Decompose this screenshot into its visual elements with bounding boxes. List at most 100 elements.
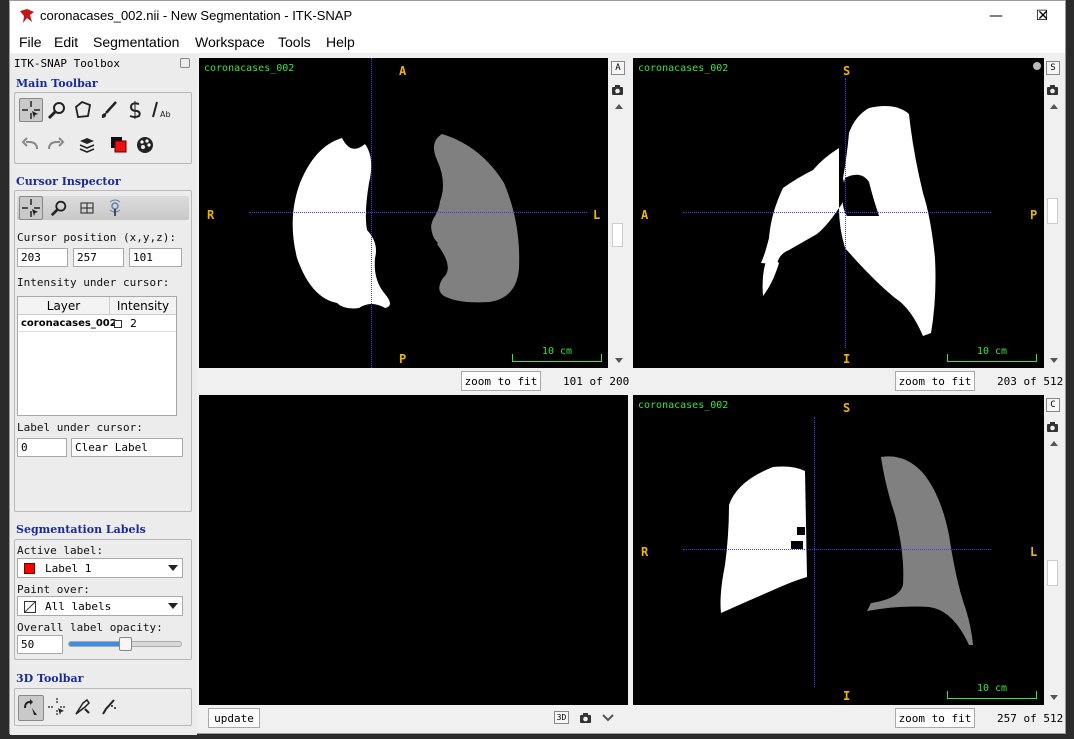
crosshair-tool-icon[interactable] <box>19 98 43 122</box>
paintbrush-tool-icon[interactable] <box>97 98 121 122</box>
spray-tool-icon[interactable] <box>97 695 121 719</box>
crosshair-3d-tool-icon[interactable] <box>45 695 69 719</box>
coronal-zoom-to-fit-button[interactable]: zoom to fit <box>895 708 975 728</box>
axial-scroll-thumb[interactable] <box>612 223 623 247</box>
table-cell-layer: coronacases_002 <box>21 318 117 329</box>
coronal-scroll-thumb[interactable] <box>1047 560 1058 586</box>
scroll-down-icon[interactable] <box>615 358 623 363</box>
float-panel-icon[interactable] <box>180 58 190 68</box>
menu-workspace[interactable]: Workspace <box>195 34 265 50</box>
layers-icon[interactable] <box>75 133 99 157</box>
sagittal-scale-label: 10 cm <box>976 346 1008 357</box>
menu-tools[interactable]: Tools <box>278 34 311 50</box>
axial-slice-count: 101 of 200 <box>563 375 630 388</box>
snake-tool-icon[interactable] <box>123 98 147 122</box>
axial-view[interactable]: coronacases_002 A P R L 10 cm <box>199 58 608 368</box>
camera-icon[interactable] <box>1046 421 1059 433</box>
axial-view-mode-button[interactable]: A <box>611 61 625 75</box>
cursor-tab-icon[interactable] <box>19 196 43 220</box>
zoom-tool-icon[interactable] <box>45 98 69 122</box>
sagittal-scrollbar[interactable]: S <box>1046 58 1060 368</box>
camera-icon[interactable] <box>611 84 624 96</box>
update-3d-button[interactable]: update <box>208 708 260 728</box>
3d-mode-button[interactable]: 3D <box>554 711 569 724</box>
zoom-tab-icon[interactable] <box>47 196 71 220</box>
sagittal-zoom-to-fit-button[interactable]: zoom to fit <box>895 371 975 391</box>
all-labels-swatch-icon <box>24 601 36 613</box>
axial-scrollbar[interactable]: A <box>611 58 625 368</box>
intensity-table: Layer Intensity coronacases_002 2 <box>17 296 177 416</box>
undo-icon[interactable] <box>19 133 43 157</box>
menu-file[interactable]: File <box>19 34 42 50</box>
coronal-orient-right: L <box>1030 545 1038 559</box>
minimize-button[interactable]: — <box>973 1 1019 31</box>
paint-over-select[interactable]: All labels <box>17 596 183 616</box>
toolbox-title: ITK-SNAP Toolbox <box>14 57 120 70</box>
layout-tab-icon[interactable] <box>75 196 99 220</box>
table-row[interactable]: coronacases_002 2 <box>18 316 176 332</box>
itksnap-logo-icon <box>20 9 34 23</box>
crosshair-vertical <box>371 58 372 368</box>
axial-scalebar: 10 cm <box>512 346 602 362</box>
rotate-3d-tool-icon[interactable] <box>18 695 44 721</box>
segmentation-labels-panel: Active label: Label 1 Paint over: All la… <box>14 539 192 660</box>
label-under-cursor-value: 0 <box>17 438 67 457</box>
active-label-label: Active label: <box>17 544 104 557</box>
annotation-tool-icon[interactable]: Ab <box>149 98 173 122</box>
coronal-scrollbar[interactable]: C <box>1046 395 1060 705</box>
scroll-up-icon[interactable] <box>1050 441 1058 446</box>
menu-edit[interactable]: Edit <box>54 34 78 50</box>
chevron-down-icon <box>168 565 178 571</box>
coronal-scalebar: 10 cm <box>947 683 1037 699</box>
opacity-field[interactable]: 50 <box>17 635 63 654</box>
sagittal-scroll-thumb[interactable] <box>1047 198 1058 224</box>
label-swatch-icon <box>114 320 122 328</box>
opacity-label: Overall label opacity: <box>17 621 163 634</box>
sagittal-view-mode-button[interactable]: S <box>1046 61 1060 75</box>
close-button[interactable]: ✕ <box>1020 1 1066 31</box>
active-label-value: Label 1 <box>45 562 92 575</box>
table-header-layer: Layer <box>18 297 110 315</box>
coronal-view[interactable]: coronacases_002 S I R L 10 cm <box>633 395 1044 705</box>
sagittal-view[interactable]: coronacases_002 S I A P 10 cm <box>633 58 1044 368</box>
menu-segmentation[interactable]: Segmentation <box>93 34 179 50</box>
coronal-image <box>720 456 973 645</box>
scroll-up-icon[interactable] <box>615 104 623 109</box>
axial-orient-right: L <box>593 208 601 222</box>
camera-icon[interactable] <box>579 712 592 724</box>
coronal-slice-count: 257 of 512 <box>997 712 1064 725</box>
scroll-down-icon[interactable] <box>1050 695 1058 700</box>
axial-scale-label: 10 cm <box>541 346 573 357</box>
crosshair-horizontal <box>249 212 587 213</box>
polygon-tool-icon[interactable] <box>71 98 95 122</box>
cursor-x-field[interactable]: 203 <box>17 248 68 267</box>
view-options-icon[interactable] <box>1033 62 1041 70</box>
label-under-cursor-label: Label under cursor: <box>17 421 143 434</box>
axial-image <box>292 134 520 309</box>
cursor-z-field[interactable]: 101 <box>129 248 182 267</box>
scalpel-tool-icon[interactable] <box>71 695 95 719</box>
active-label-select[interactable]: Label 1 <box>17 558 183 578</box>
cursor-y-field[interactable]: 257 <box>73 248 124 267</box>
intensity-label: Intensity under cursor: <box>17 276 170 289</box>
chevron-down-icon <box>168 603 178 609</box>
menu-bar: File Edit Segmentation Workspace Tools H… <box>10 31 1065 53</box>
sync-tab-icon[interactable] <box>103 196 127 220</box>
axial-zoom-to-fit-button[interactable]: zoom to fit <box>461 371 541 391</box>
coronal-view-name: coronacases_002 <box>638 400 729 411</box>
scroll-down-icon[interactable] <box>1050 358 1058 363</box>
menu-help[interactable]: Help <box>326 34 355 50</box>
3d-view[interactable] <box>199 395 628 705</box>
palette-icon[interactable] <box>133 133 157 157</box>
camera-icon[interactable] <box>1046 84 1059 96</box>
coronal-view-mode-button[interactable]: C <box>1046 398 1060 412</box>
opacity-slider-handle[interactable] <box>119 637 132 651</box>
sagittal-scalebar: 10 cm <box>947 346 1037 362</box>
label-color-icon[interactable] <box>107 133 131 157</box>
opacity-slider[interactable] <box>68 637 182 651</box>
chevron-down-icon[interactable] <box>602 713 614 723</box>
coronal-orient-left: R <box>641 545 649 559</box>
scroll-up-icon[interactable] <box>1050 104 1058 109</box>
coronal-orient-bottom: I <box>843 689 851 703</box>
redo-icon[interactable] <box>43 133 67 157</box>
